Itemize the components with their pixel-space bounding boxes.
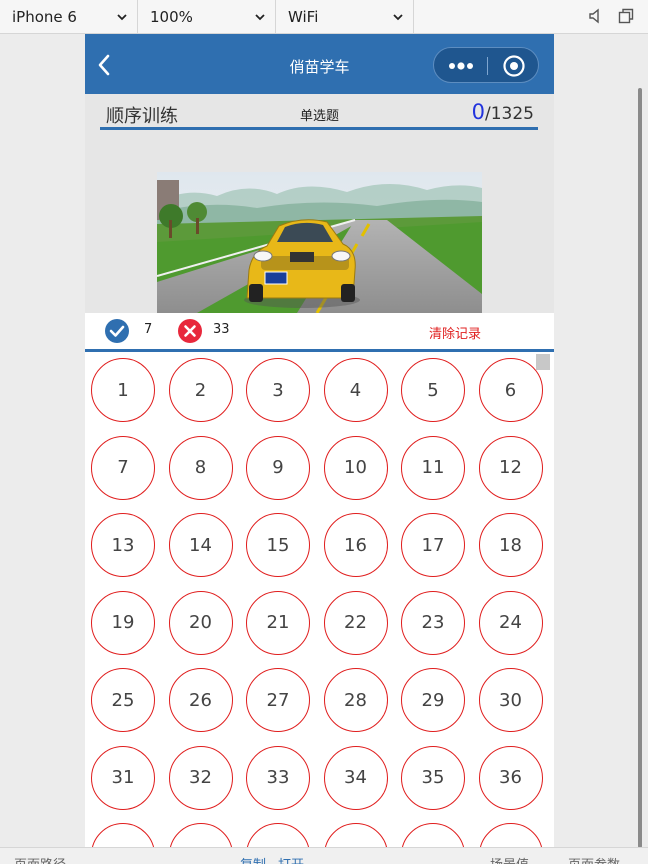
- question-number-button[interactable]: 1: [91, 358, 155, 422]
- question-number-button[interactable]: 36: [478, 745, 543, 810]
- question-number-button[interactable]: 5: [401, 358, 465, 422]
- question-number-button[interactable]: 17: [401, 513, 465, 577]
- answer-stats-row: 7 33 清除记录: [85, 313, 554, 349]
- network-select[interactable]: WiFi: [276, 0, 414, 33]
- question-number-button[interactable]: 8: [168, 435, 233, 500]
- capsule-divider: [487, 57, 488, 75]
- question-number-button[interactable]: 28: [323, 668, 388, 732]
- correct-count: 7: [144, 322, 153, 337]
- phone-screen: 俏苗学车 顺序训练 单选题 0/1325 7 33 清除记录 1 2 3 4 5…: [85, 34, 554, 863]
- network-select-value: WiFi: [288, 7, 319, 26]
- correct-check-icon: [105, 319, 129, 343]
- question-number-button[interactable]: 24: [478, 590, 543, 655]
- question-number-button[interactable]: 26: [168, 668, 233, 732]
- question-number-button[interactable]: 20: [168, 590, 233, 655]
- question-number-button[interactable]: 2: [168, 358, 233, 422]
- device-select[interactable]: iPhone 6: [0, 0, 138, 33]
- question-number-button[interactable]: 25: [91, 668, 155, 732]
- question-number-button[interactable]: 4: [323, 358, 388, 422]
- simulator-scrollbar[interactable]: [638, 88, 642, 848]
- question-number-button[interactable]: 11: [401, 435, 465, 500]
- question-number-button[interactable]: 13: [91, 513, 155, 577]
- question-image-area: [85, 130, 554, 313]
- question-number-button[interactable]: 16: [323, 513, 388, 577]
- grid-scrollbar-thumb[interactable]: [536, 354, 550, 370]
- question-grid-panel[interactable]: 1 2 3 4 5 6 7 8 9 10 11 12 13 14 15 16 17 18 19 20 21 22 23 24 2…: [85, 352, 554, 863]
- question-number-button[interactable]: 18: [478, 513, 543, 577]
- question-number-button[interactable]: 7: [91, 435, 155, 500]
- question-number-button[interactable]: 9: [246, 435, 310, 500]
- total-questions: /1325: [485, 104, 534, 124]
- question-number-button[interactable]: 21: [246, 590, 310, 655]
- question-number-button[interactable]: 19: [91, 590, 155, 655]
- question-number-button[interactable]: 27: [246, 668, 310, 732]
- wrong-cross-icon: [178, 319, 202, 343]
- question-number-button[interactable]: 33: [246, 745, 310, 810]
- question-number-button[interactable]: 10: [323, 435, 388, 500]
- question-number-button[interactable]: 30: [478, 668, 543, 732]
- question-number-button[interactable]: 12: [478, 435, 543, 500]
- question-number-grid: 1 2 3 4 5 6 7 8 9 10 11 12 13 14 15 16 17 18 19 20 21 22 23 24 2…: [91, 358, 547, 863]
- clear-records-button[interactable]: 清除记录: [429, 323, 481, 342]
- device-select-value: iPhone 6: [12, 7, 77, 26]
- zoom-select-value: 100%: [150, 7, 193, 26]
- question-number-button[interactable]: 22: [323, 590, 388, 655]
- chevron-down-icon: [117, 13, 127, 20]
- more-icon[interactable]: [448, 59, 476, 73]
- wrong-count: 33: [213, 322, 230, 337]
- question-number-button[interactable]: 15: [246, 513, 310, 577]
- question-number-button[interactable]: 31: [91, 745, 155, 810]
- question-number-button[interactable]: 23: [401, 590, 465, 655]
- zoom-select[interactable]: 100%: [138, 0, 276, 33]
- question-image: [157, 172, 482, 313]
- toolbar-icons: [588, 8, 634, 24]
- current-question-number: 0: [471, 100, 485, 124]
- chevron-down-icon: [393, 13, 403, 20]
- close-miniprogram-icon[interactable]: [502, 54, 526, 78]
- question-number-button[interactable]: 14: [168, 513, 233, 577]
- simulator-statusbar: 页面路径 复制 打开 场景值 页面参数: [0, 847, 648, 864]
- navigation-bar: 俏苗学车: [85, 34, 554, 94]
- menu-capsule: [433, 47, 539, 83]
- simulator-toolbar: iPhone 6 100% WiFi: [0, 0, 648, 34]
- question-number-button[interactable]: 6: [478, 358, 543, 422]
- window-icon[interactable]: [618, 8, 634, 24]
- speaker-icon[interactable]: [588, 8, 604, 24]
- progress-counter: 0/1325: [472, 100, 534, 124]
- chevron-down-icon: [255, 13, 265, 20]
- question-number-button[interactable]: 32: [168, 745, 233, 810]
- question-number-button[interactable]: 35: [401, 745, 465, 810]
- question-number-button[interactable]: 3: [246, 358, 310, 422]
- question-number-button[interactable]: 29: [401, 668, 465, 732]
- question-number-button[interactable]: 34: [323, 745, 388, 810]
